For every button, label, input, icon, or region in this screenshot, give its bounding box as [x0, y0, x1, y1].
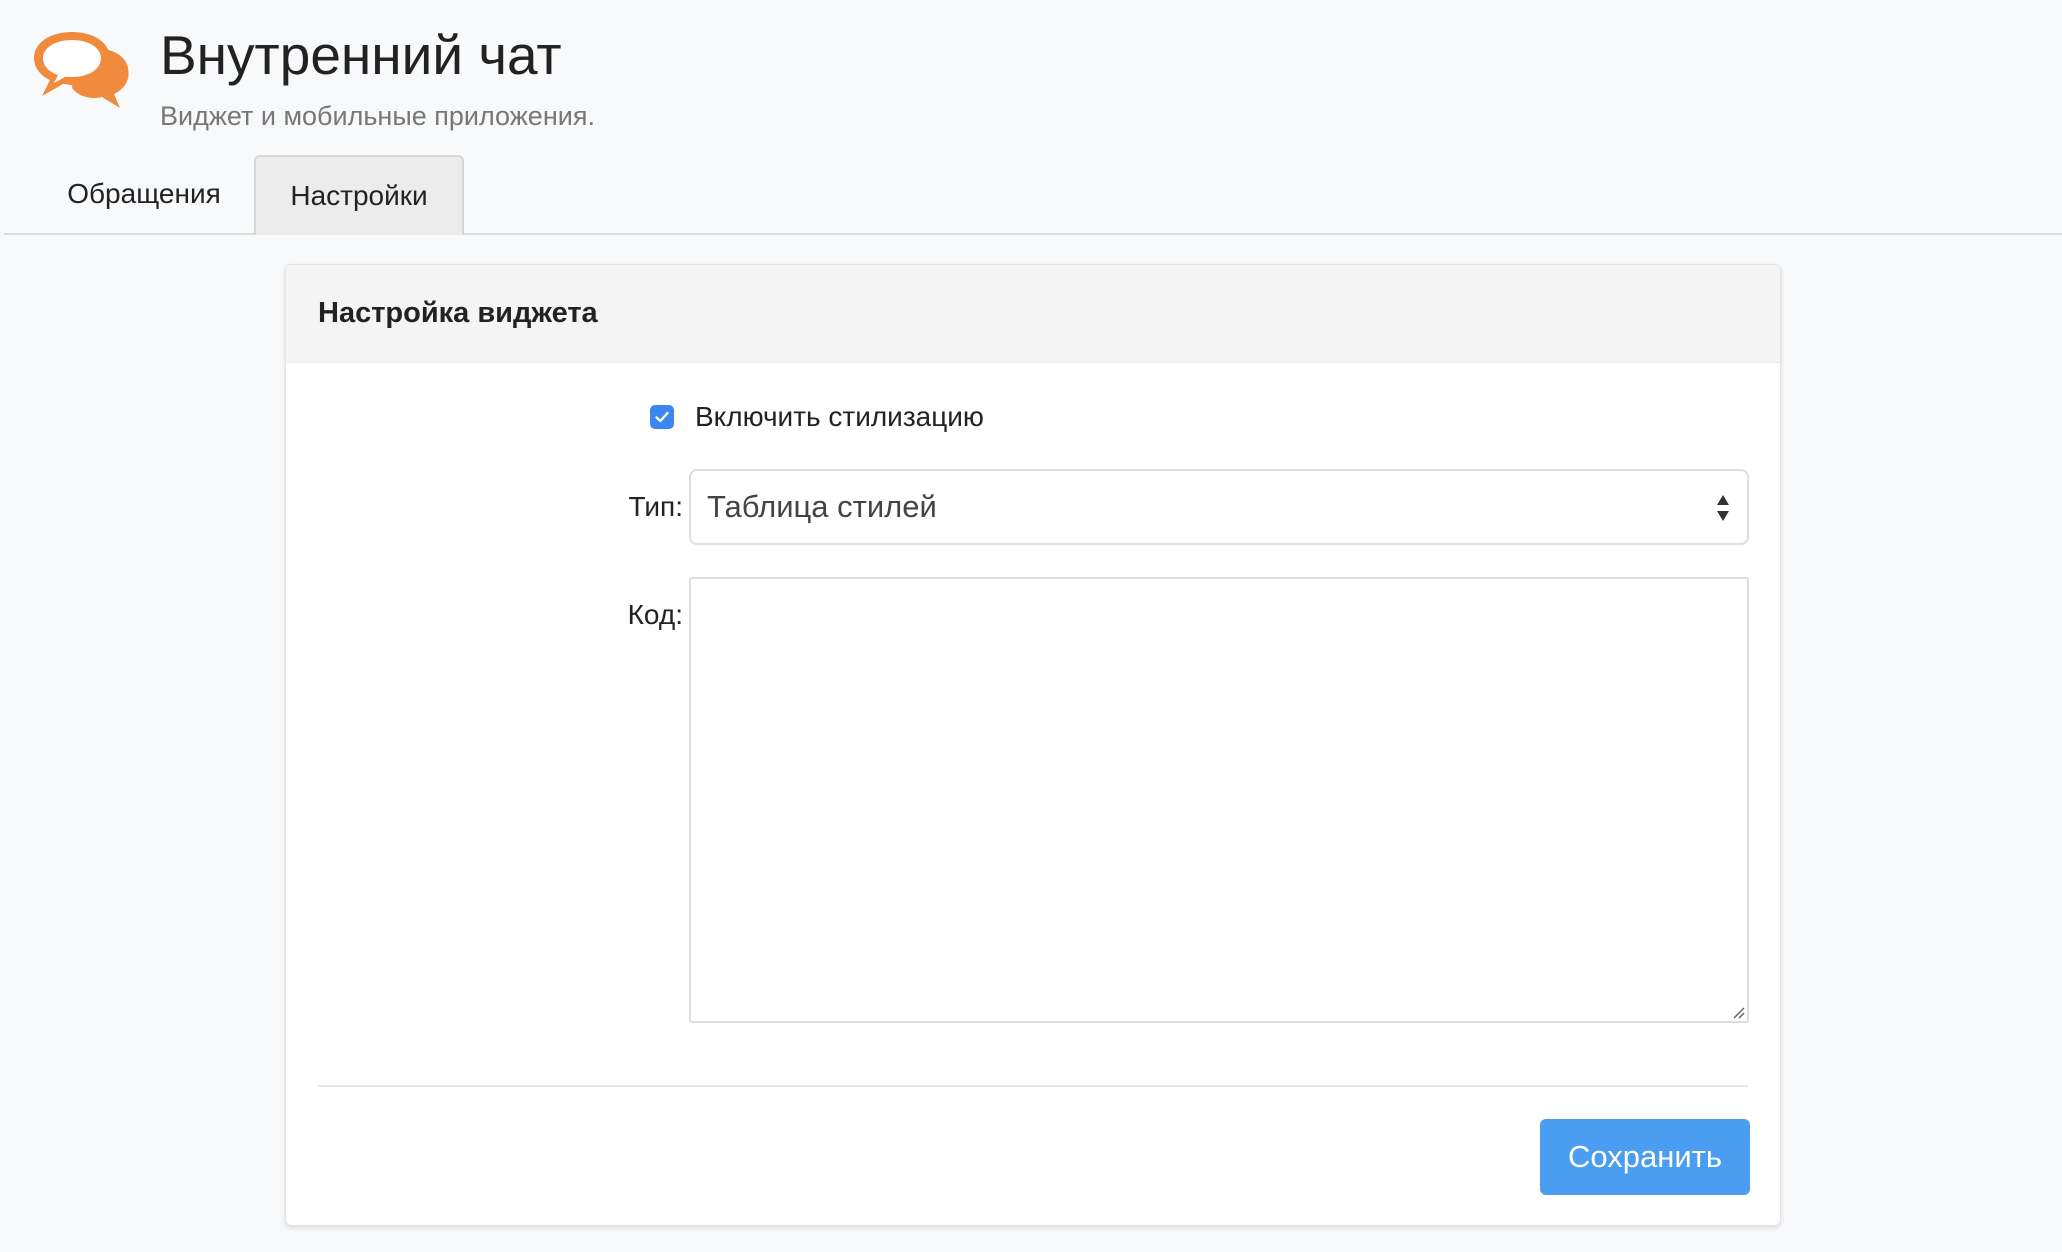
tab-appeals[interactable]: Обращения — [44, 155, 244, 233]
page-title: Внутренний чат — [160, 24, 562, 86]
save-button[interactable]: Сохранить — [1540, 1119, 1750, 1195]
page-subtitle: Виджет и мобильные приложения. — [160, 101, 595, 131]
tab-bar: Обращения Настройки — [4, 155, 2062, 235]
page: Внутренний чат Виджет и мобильные прилож… — [0, 0, 2062, 1252]
code-textarea[interactable] — [689, 577, 1749, 1023]
divider — [318, 1085, 1748, 1087]
widget-settings-card: Настройка виджета Включить стилизацию Ти… — [285, 264, 1781, 1226]
type-select[interactable]: Таблица стилей — [689, 469, 1749, 545]
type-select-value: Таблица стилей — [707, 489, 937, 524]
chat-bubbles-icon — [34, 32, 129, 108]
checkmark-icon — [655, 411, 669, 423]
code-label: Код: — [627, 599, 683, 630]
tab-settings[interactable]: Настройки — [254, 155, 464, 235]
enable-styling-checkbox[interactable] — [650, 405, 674, 429]
card-title: Настройка виджета — [318, 297, 598, 329]
select-arrows-icon — [1717, 495, 1729, 521]
type-label: Тип: — [628, 491, 683, 522]
resize-handle-icon[interactable] — [1731, 1005, 1745, 1019]
card-header: Настройка виджета — [286, 265, 1780, 363]
enable-styling-label[interactable]: Включить стилизацию — [695, 397, 984, 437]
